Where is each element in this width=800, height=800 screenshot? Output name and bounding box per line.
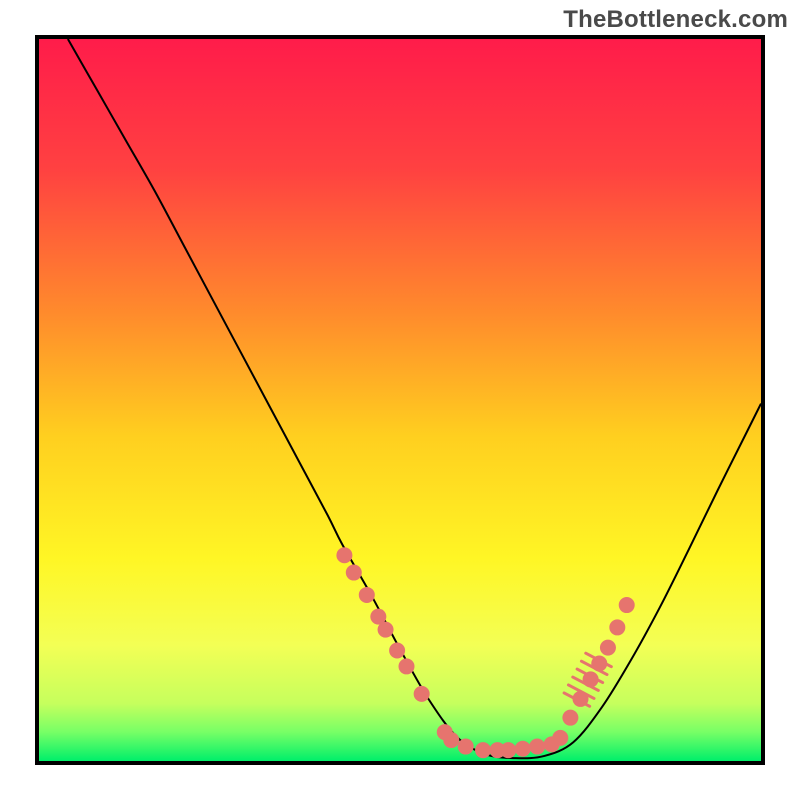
trough-marker [399,658,415,674]
trough-marker [378,622,394,638]
trough-marker [346,565,362,581]
trough-marker [359,587,375,603]
trough-marker [443,732,459,748]
trough-marker [573,691,589,707]
plot-area [35,35,765,765]
trough-marker [562,710,578,726]
trough-marker [600,640,616,656]
trough-marker [515,741,531,757]
trough-marker [591,656,607,672]
trough-marker [336,547,352,563]
trough-marker [609,619,625,635]
trough-marker [500,742,516,758]
trough-marker [475,742,491,758]
trough-marker [529,739,545,755]
trough-marker [414,686,430,702]
trough-marker [619,597,635,613]
trough-marker [583,671,599,687]
trough-marker [458,739,474,755]
watermark-text: TheBottleneck.com [563,6,788,34]
trough-marker [552,730,568,746]
chart-svg [39,39,761,761]
figure: TheBottleneck.com [0,0,800,800]
trough-marker [389,643,405,659]
